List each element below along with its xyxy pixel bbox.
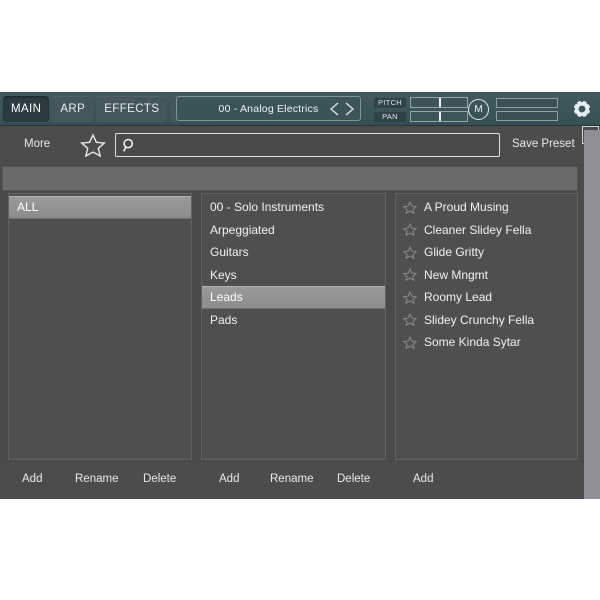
pan-slider[interactable]: [410, 111, 468, 122]
favorite-star-icon[interactable]: [400, 313, 420, 327]
tab-effects-label: EFFECTS: [104, 103, 159, 115]
more-button[interactable]: More: [24, 138, 50, 150]
star-icon[interactable]: [80, 133, 106, 158]
list-item[interactable]: Slidey Crunchy Fella: [396, 309, 577, 332]
category-item-label: Guitars: [210, 245, 249, 259]
preset-item-label: Glide Gritty: [424, 245, 484, 259]
preset-item-label: A Proud Musing: [424, 200, 509, 214]
mono-button[interactable]: M: [468, 99, 489, 120]
star-icon-glyph: [403, 268, 417, 281]
list-item[interactable]: Cleaner Slidey Fella: [396, 219, 577, 242]
category-item-label: 00 - Solo Instruments: [210, 200, 324, 214]
meter-left: [496, 98, 558, 108]
preset-name-text: 00 - Analog Electrics: [219, 103, 319, 115]
list-item[interactable]: Leads: [202, 286, 385, 309]
tab-main-label: MAIN: [11, 103, 41, 115]
list-item[interactable]: New Mngmt: [396, 264, 577, 287]
save-preset-button[interactable]: Save Preset: [512, 138, 575, 150]
list-item[interactable]: A Proud Musing: [396, 196, 577, 219]
star-icon-glyph: [403, 313, 417, 326]
output-meters: [496, 98, 558, 121]
tab-arp-label: ARP: [60, 103, 85, 115]
filter-strip: [2, 166, 578, 191]
search-icon-glyph: [122, 138, 137, 153]
top-toolbar: MAIN ARP EFFECTS MOD 00 - Analog Electri…: [0, 92, 600, 126]
category-item-label: Pads: [210, 313, 237, 327]
category-column[interactable]: 00 - Solo Instruments Arpeggiated Guitar…: [201, 193, 386, 460]
list-item[interactable]: Roomy Lead: [396, 286, 577, 309]
star-icon-glyph: [403, 246, 417, 259]
preset-item-label: Some Kinda Sytar: [424, 335, 521, 349]
favorite-star-icon[interactable]: [400, 335, 420, 349]
bank-delete-button[interactable]: Delete: [143, 473, 176, 485]
preset-item-label: Slidey Crunchy Fella: [424, 313, 534, 327]
browser-columns: ALL 00 - Solo Instruments Arpeggiated Gu…: [0, 193, 600, 460]
bank-add-button[interactable]: Add: [22, 473, 42, 485]
category-add-button[interactable]: Add: [219, 473, 239, 485]
pitch-row: PITCH: [374, 97, 468, 108]
preset-add-button[interactable]: Add: [413, 473, 433, 485]
star-icon-glyph: [403, 223, 417, 236]
search-input[interactable]: [142, 134, 499, 156]
preset-item-label: Cleaner Slidey Fella: [424, 223, 531, 237]
meter-right: [496, 111, 558, 121]
search-toolbar: More Save Preset: [0, 126, 600, 164]
category-item-label: Leads: [210, 290, 243, 304]
gear-icon[interactable]: [571, 98, 593, 120]
list-item[interactable]: Glide Gritty: [396, 241, 577, 264]
list-item[interactable]: Arpeggiated: [202, 219, 385, 242]
preset-item-label: New Mngmt: [424, 268, 488, 282]
pan-label: PAN: [374, 112, 406, 122]
bank-column[interactable]: ALL: [8, 193, 192, 460]
star-icon-glyph: [403, 291, 417, 304]
pan-row: PAN: [374, 111, 468, 122]
plugin-window: MAIN ARP EFFECTS MOD 00 - Analog Electri…: [0, 92, 600, 499]
list-item[interactable]: Pads: [202, 309, 385, 332]
search-icon: [116, 134, 142, 156]
list-item[interactable]: Some Kinda Sytar: [396, 331, 577, 354]
category-rename-button[interactable]: Rename: [270, 473, 313, 485]
pitch-slider[interactable]: [410, 97, 468, 108]
pitch-label: PITCH: [374, 98, 406, 108]
list-item[interactable]: Keys: [202, 264, 385, 287]
category-item-label: Arpeggiated: [210, 223, 275, 237]
star-icon-glyph: [403, 201, 417, 214]
category-delete-button[interactable]: Delete: [337, 473, 370, 485]
star-icon-glyph: [403, 336, 417, 349]
pitch-pan-group: PITCH PAN: [374, 97, 468, 122]
gear-icon-glyph: [571, 98, 593, 120]
category-item-label: Keys: [210, 268, 237, 282]
favorite-star-icon[interactable]: [400, 290, 420, 304]
action-bar: Add Rename Delete Add Rename Delete Add: [0, 462, 600, 499]
mono-button-label: M: [474, 104, 482, 115]
chevron-left-right-icon: [329, 101, 355, 117]
bank-item-label: ALL: [17, 200, 38, 214]
preset-column[interactable]: A Proud Musing Cleaner Slidey Fella Glid…: [395, 193, 578, 460]
preset-item-label: Roomy Lead: [424, 290, 492, 304]
list-item[interactable]: 00 - Solo Instruments: [202, 196, 385, 219]
search-box[interactable]: [115, 133, 500, 157]
star-icon-glyph: [80, 133, 106, 158]
favorite-star-icon[interactable]: [400, 200, 420, 214]
list-item[interactable]: Guitars: [202, 241, 385, 264]
preset-name-display[interactable]: 00 - Analog Electrics: [176, 96, 361, 121]
favorite-star-icon[interactable]: [400, 245, 420, 259]
favorite-star-icon[interactable]: [400, 268, 420, 282]
list-item[interactable]: ALL: [9, 196, 191, 219]
tab-effects[interactable]: EFFECTS: [96, 96, 167, 122]
favorite-star-icon[interactable]: [400, 223, 420, 237]
tab-main[interactable]: MAIN: [3, 96, 49, 122]
preset-nav-arrows[interactable]: [329, 101, 355, 117]
vertical-scrollbar[interactable]: [584, 130, 600, 499]
tab-arp[interactable]: ARP: [52, 96, 93, 122]
bank-rename-button[interactable]: Rename: [75, 473, 118, 485]
